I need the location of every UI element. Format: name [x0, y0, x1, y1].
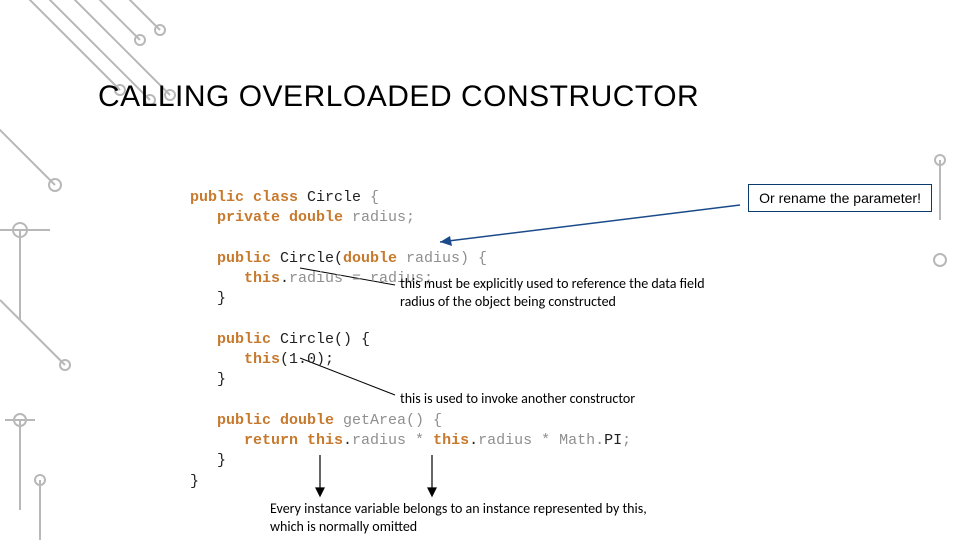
code-ident: getArea() { — [343, 412, 442, 429]
slide-title: CALLING OVERLOADED CONSTRUCTOR — [98, 80, 699, 114]
code-kw: this — [190, 351, 280, 368]
code-ident: Circle( — [280, 250, 343, 267]
code-block: public class Circle { private double rad… — [190, 188, 631, 492]
code-punct: . — [469, 432, 478, 449]
code-kw: return this — [190, 432, 343, 449]
code-brace: } — [190, 473, 199, 490]
code-punct: { — [361, 189, 379, 206]
callout-rename-parameter: Or rename the parameter! — [748, 184, 932, 212]
code-kw: public class — [190, 189, 307, 206]
annotation-this-field: this must be explicitly used to referenc… — [400, 275, 720, 310]
code-kw: this — [433, 432, 469, 449]
code-blank — [190, 392, 199, 409]
code-kw: this — [190, 270, 280, 287]
code-brace: } — [190, 452, 226, 469]
code-text: radius * Math. — [478, 432, 604, 449]
code-text: (1.0); — [280, 351, 334, 368]
code-brace: } — [190, 371, 226, 388]
code-text: radius * — [352, 432, 433, 449]
code-brace: } — [190, 290, 226, 307]
code-blank — [190, 311, 199, 328]
code-ident: radius) { — [406, 250, 487, 267]
code-blank — [190, 230, 199, 247]
code-punct: ; — [622, 432, 631, 449]
code-kw: double — [343, 250, 406, 267]
code-punct: . — [343, 432, 352, 449]
code-ident: Circle — [307, 189, 361, 206]
annotation-this-constructor: this is used to invoke another construct… — [400, 390, 720, 408]
code-kw: public — [190, 250, 280, 267]
code-punct: . — [280, 270, 289, 287]
code-ident: Circle() { — [280, 331, 370, 348]
code-ident: radius; — [352, 209, 415, 226]
code-ident: PI — [604, 432, 622, 449]
annotation-instance-variable: Every instance variable belongs to an in… — [270, 500, 670, 535]
code-kw: private double — [190, 209, 352, 226]
code-kw: public double — [190, 412, 343, 429]
code-kw: public — [190, 331, 280, 348]
